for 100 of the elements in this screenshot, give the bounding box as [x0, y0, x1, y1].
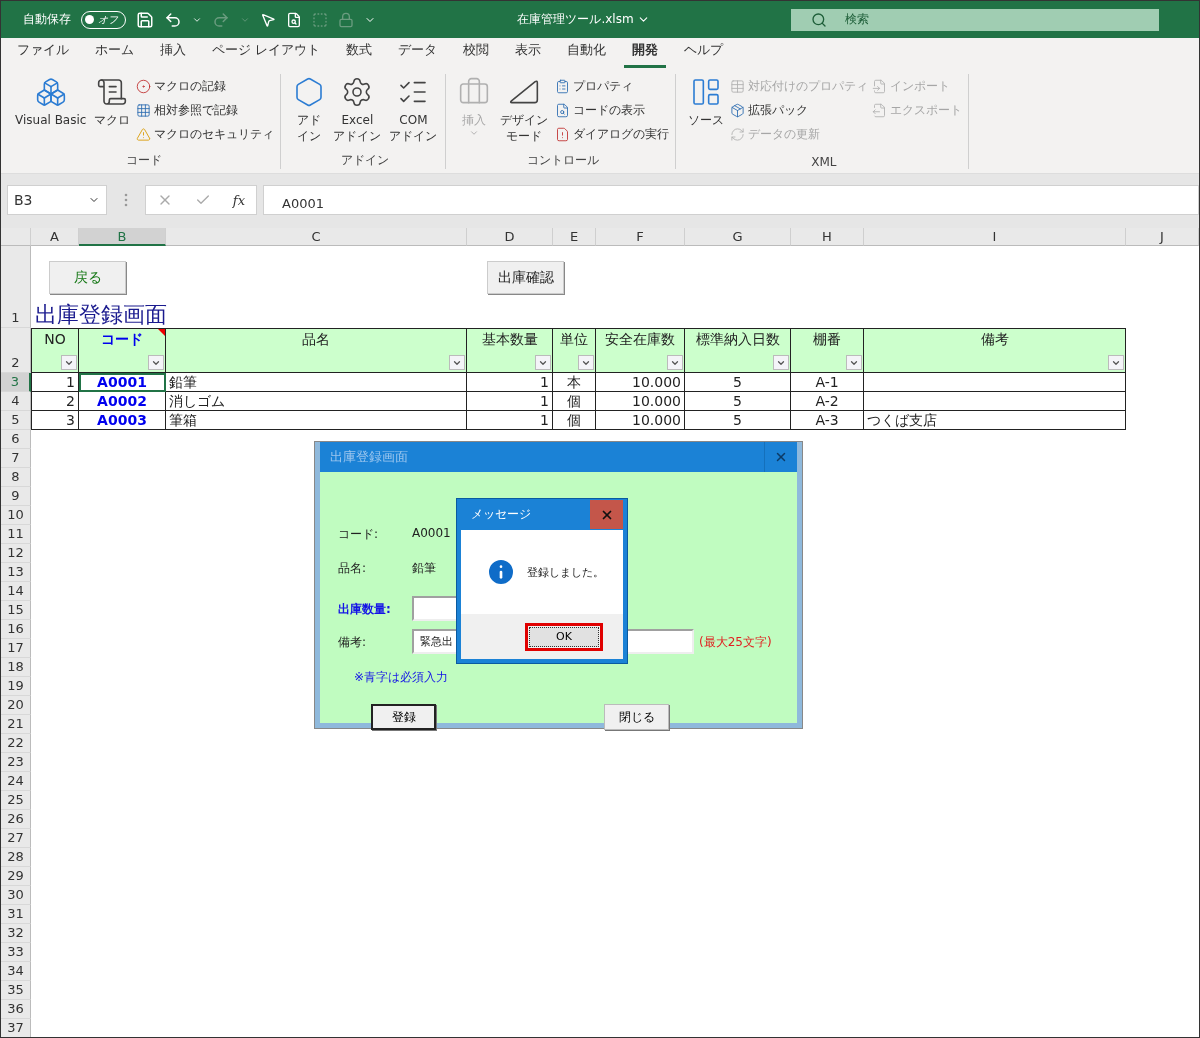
row-header[interactable]: 16 — [1, 620, 31, 639]
ribbon-tab[interactable]: ファイル — [9, 41, 77, 68]
row-header[interactable]: 23 — [1, 753, 31, 772]
row-header[interactable]: 7 — [1, 449, 31, 468]
search-field[interactable]: 検索 — [791, 8, 1159, 31]
row-header[interactable]: 12 — [1, 544, 31, 563]
table-cell: つくば支店 — [864, 411, 1126, 430]
table-cell: 1 — [31, 373, 79, 392]
row-header[interactable]: 21 — [1, 715, 31, 734]
row-header[interactable]: 13 — [1, 563, 31, 582]
ribbon-tab[interactable]: データ — [390, 41, 446, 68]
sheet-title: 出庫登録画面 — [34, 302, 168, 328]
filter-button[interactable] — [578, 355, 594, 370]
filter-button[interactable] — [667, 355, 683, 370]
row-header[interactable]: 5 — [1, 411, 31, 430]
ribbon-button[interactable]: マクロの記録 — [136, 76, 275, 96]
ribbon-tab[interactable]: ヘルプ — [676, 41, 732, 68]
row-header[interactable]: 34 — [1, 962, 31, 981]
row-header[interactable]: 14 — [1, 582, 31, 601]
form-button[interactable]: 登録 — [371, 704, 436, 730]
column-header[interactable]: E — [553, 228, 596, 246]
row-header[interactable]: 10 — [1, 506, 31, 525]
header-cell: 品名 — [166, 328, 467, 373]
row-header[interactable]: 19 — [1, 677, 31, 696]
row-header[interactable]: 31 — [1, 905, 31, 924]
row-header[interactable]: 32 — [1, 924, 31, 943]
row-header[interactable]: 28 — [1, 848, 31, 867]
insert-function-button[interactable]: fx — [232, 192, 245, 208]
formula-field[interactable]: A0001 — [263, 185, 1199, 215]
column-header[interactable]: B — [79, 228, 166, 246]
row-header[interactable]: 6 — [1, 430, 31, 449]
column-header[interactable]: I — [864, 228, 1126, 246]
column-header[interactable]: D — [467, 228, 553, 246]
ribbon-button[interactable]: Excel アドイン — [331, 74, 384, 152]
export-icon — [871, 102, 887, 118]
row-header[interactable]: 33 — [1, 943, 31, 962]
filter-button[interactable] — [1108, 355, 1124, 370]
ok-button[interactable]: OK — [529, 626, 599, 647]
row-header[interactable]: 26 — [1, 810, 31, 829]
row-header[interactable]: 37 — [1, 1019, 31, 1037]
ribbon-tab[interactable]: ホーム — [87, 41, 142, 68]
row-header[interactable]: 2 — [1, 328, 31, 373]
close-button[interactable] — [590, 500, 623, 529]
row-header[interactable]: 20 — [1, 696, 31, 715]
row-header[interactable]: 18 — [1, 658, 31, 677]
filter-button[interactable] — [846, 355, 862, 370]
undo-icon[interactable] — [164, 10, 182, 29]
row-header[interactable]: 9 — [1, 487, 31, 506]
pointer-icon[interactable] — [260, 11, 276, 28]
column-header[interactable]: G — [685, 228, 791, 246]
row-header[interactable]: 1 — [1, 246, 31, 328]
column-header[interactable]: J — [1126, 228, 1199, 246]
ribbon-button[interactable]: マクロ — [92, 74, 133, 152]
ribbon-tab[interactable]: ページ レイアウト — [204, 41, 329, 68]
form-button[interactable]: 閉じる — [604, 704, 669, 730]
row-header[interactable]: 29 — [1, 867, 31, 886]
ribbon-tab[interactable]: 挿入 — [152, 41, 194, 68]
ribbon-button[interactable]: Visual Basic — [13, 74, 89, 152]
row-header[interactable]: 8 — [1, 468, 31, 487]
filter-button[interactable] — [148, 355, 164, 370]
filter-button[interactable] — [449, 355, 465, 370]
ribbon-button[interactable]: COM アドイン — [387, 74, 440, 152]
ribbon-button[interactable]: マクロのセキュリティ — [136, 124, 275, 144]
ribbon-button[interactable]: アドイン — [291, 74, 328, 152]
ribbon-tab[interactable]: 校閲 — [455, 41, 498, 68]
row-header[interactable]: 4 — [1, 392, 31, 411]
ribbon-tab[interactable]: 表示 — [507, 41, 550, 68]
file-title[interactable]: 在庫管理ツール.xlsm — [386, 11, 781, 28]
print-preview-icon[interactable] — [286, 11, 302, 28]
column-header[interactable]: H — [791, 228, 864, 246]
save-icon[interactable] — [136, 10, 154, 29]
row-header[interactable]: 30 — [1, 886, 31, 905]
row-header[interactable]: 36 — [1, 1000, 31, 1019]
ribbon-tab[interactable]: 数式 — [338, 41, 381, 68]
ribbon-button[interactable]: デザインモード — [496, 74, 551, 152]
filter-button[interactable] — [535, 355, 551, 370]
ribbon-button[interactable]: コードの表示 — [554, 100, 669, 120]
sheet-button[interactable]: 戻る — [49, 261, 126, 294]
row-header[interactable]: 3 — [1, 373, 31, 392]
row-header[interactable]: 17 — [1, 639, 31, 658]
filter-button[interactable] — [773, 355, 789, 370]
ribbon-button[interactable]: ダイアログの実行 — [554, 124, 669, 144]
column-header[interactable]: C — [166, 228, 467, 246]
row-header[interactable]: 25 — [1, 791, 31, 810]
ribbon-button[interactable]: プロパティ — [554, 76, 669, 96]
column-header[interactable]: F — [596, 228, 685, 246]
ribbon-tab[interactable]: 自動化 — [559, 41, 615, 68]
ribbon-button[interactable]: ソース — [685, 74, 726, 155]
name-box[interactable]: B3 — [7, 185, 107, 215]
filter-button[interactable] — [61, 355, 77, 370]
row-header[interactable]: 24 — [1, 772, 31, 791]
ribbon-button[interactable]: 拡張パック — [729, 100, 868, 120]
row-header[interactable]: 27 — [1, 829, 31, 848]
ribbon-button[interactable]: 相対参照で記録 — [136, 100, 275, 120]
row-header[interactable]: 11 — [1, 525, 31, 544]
sheet-button[interactable]: 出庫確認 — [487, 261, 564, 294]
row-header[interactable]: 15 — [1, 601, 31, 620]
row-header[interactable]: 22 — [1, 734, 31, 753]
row-header[interactable]: 35 — [1, 981, 31, 1000]
column-header[interactable]: A — [31, 228, 79, 246]
